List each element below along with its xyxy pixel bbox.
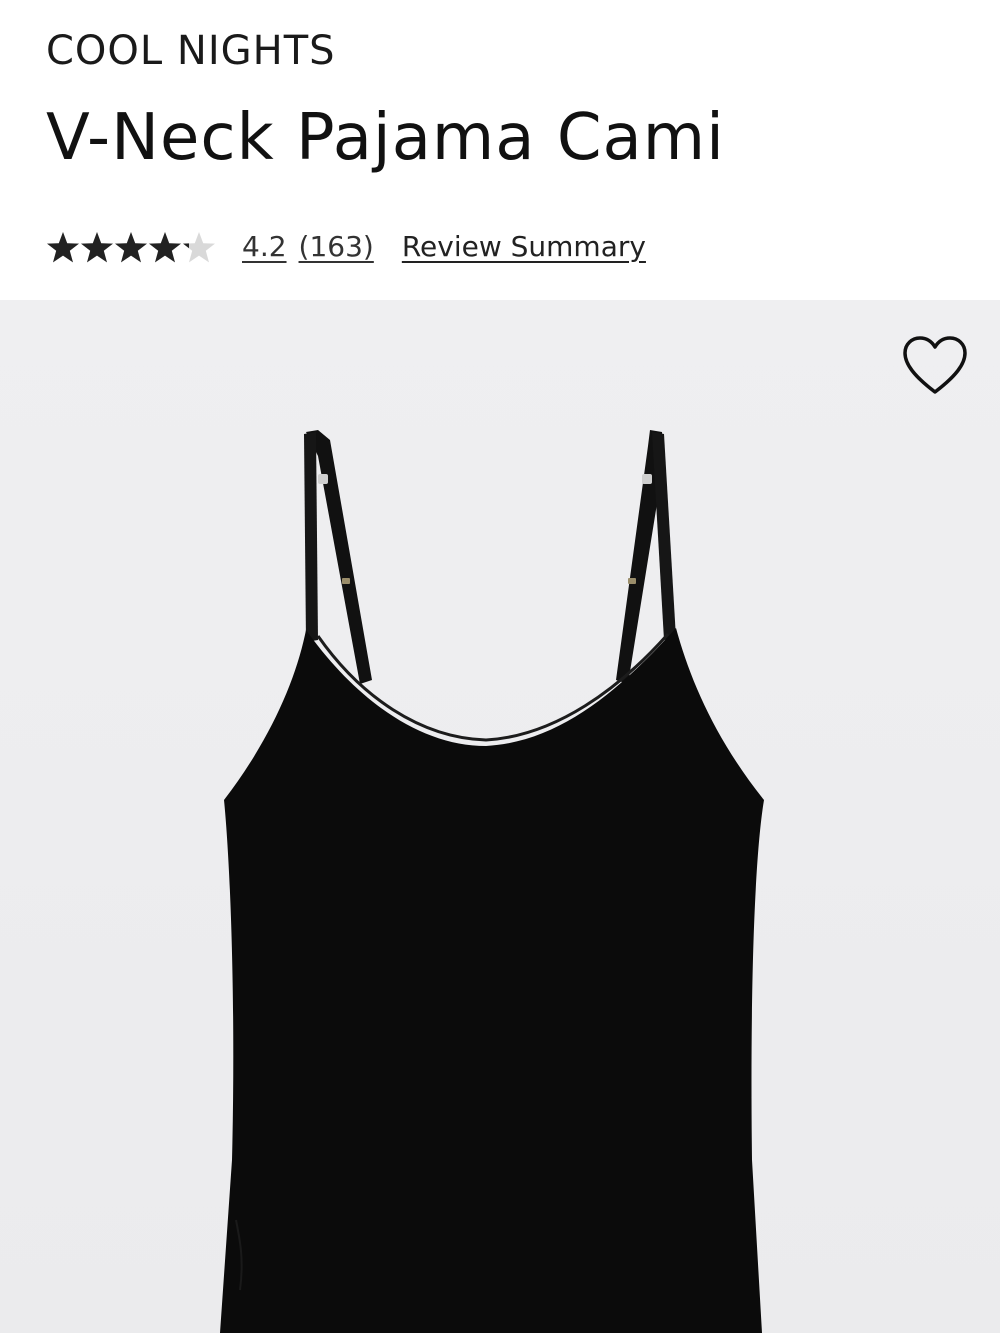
star-icon	[46, 226, 80, 266]
brand-name: COOL NIGHTS	[46, 28, 336, 74]
left-strap-back	[304, 432, 318, 642]
product-image[interactable]	[0, 300, 1000, 1333]
cami-image	[0, 300, 1000, 1333]
left-strap-slider	[318, 474, 328, 484]
star-rating	[46, 226, 218, 266]
star-icon	[148, 226, 182, 266]
star-icon	[80, 226, 114, 266]
heart-outline-icon	[903, 336, 967, 394]
left-strap-ring	[342, 578, 350, 584]
favorite-button[interactable]	[900, 334, 970, 398]
product-page: COOL NIGHTS V-Neck Pajama Cami 4.2 (163)…	[0, 0, 1000, 1333]
rating-value-link[interactable]: 4.2	[242, 230, 287, 263]
product-title: V-Neck Pajama Cami	[46, 101, 725, 175]
star-icon	[182, 226, 189, 266]
review-summary-link[interactable]: Review Summary	[402, 230, 646, 263]
right-strap-slider	[642, 474, 652, 484]
star-icon	[114, 226, 148, 266]
right-strap-ring	[628, 578, 636, 584]
rating-row: 4.2 (163) Review Summary	[46, 222, 646, 270]
rating-count-link[interactable]: (163)	[299, 230, 374, 263]
product-header: COOL NIGHTS V-Neck Pajama Cami 4.2 (163)…	[0, 0, 1000, 300]
star-rating-filled	[46, 226, 189, 266]
